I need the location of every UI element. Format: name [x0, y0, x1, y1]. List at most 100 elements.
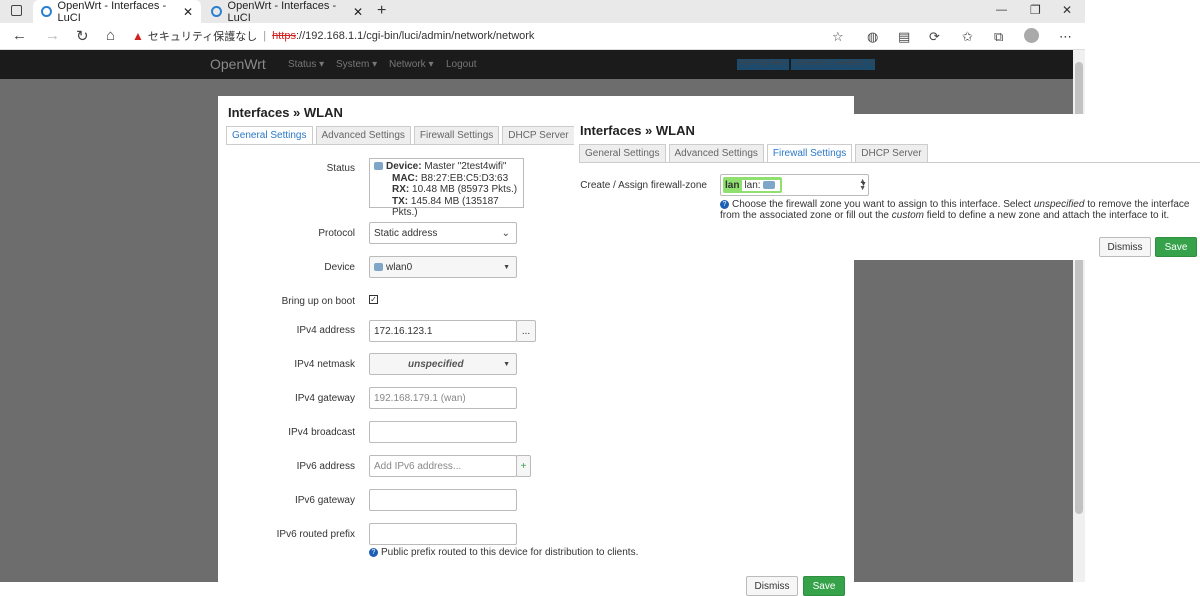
device-label: Device [324, 262, 355, 273]
menu-network[interactable]: Network ▾ [389, 59, 433, 70]
url-separator: | [263, 30, 267, 42]
dismiss-button[interactable]: Dismiss [746, 576, 798, 596]
protocol-select[interactable]: Static address ⌄ [369, 222, 517, 244]
ipv6-address-input[interactable]: Add IPv6 address... [369, 455, 517, 477]
modal-title: Interfaces » WLAN [580, 123, 695, 138]
reload-icon[interactable]: ↻ [76, 27, 89, 45]
ipv4-netmask-select[interactable]: unspecified ▼ [369, 353, 517, 375]
dropdown-caret-icon: ▼ [503, 360, 510, 368]
ipv6-address-placeholder: Add IPv6 address... [374, 460, 462, 472]
home-icon[interactable]: ⌂ [106, 27, 115, 44]
ipv6-prefix-hint-text: Public prefix routed to this device for … [381, 547, 639, 558]
tab-actions-icon[interactable] [11, 5, 22, 16]
menu-system[interactable]: System ▾ [336, 59, 377, 70]
ipv6-gateway-input[interactable] [369, 489, 517, 511]
modal-tabs: General Settings Advanced Settings Firew… [579, 144, 1200, 163]
protocol-value: Static address [374, 227, 438, 239]
interface-icon [762, 181, 775, 189]
desktop-background [1085, 0, 1200, 114]
device-value: Master "2test4wifi" [424, 161, 507, 172]
rx-value: 10.48 MB (85973 Pkts.) [412, 184, 518, 195]
tab-title: OpenWrt - Interfaces - LuCI [227, 0, 337, 24]
tab-firewall-settings[interactable]: Firewall Settings [413, 126, 500, 144]
refreshing-badge[interactable]: REFRESHING [737, 59, 789, 70]
ipv4-gateway-input[interactable]: 192.168.179.1 (wan) [369, 387, 517, 409]
ipv4-gateway-label: IPv4 gateway [294, 393, 355, 404]
security-label[interactable]: セキュリティ保護なし [148, 28, 257, 44]
ipv4-address-more-button[interactable]: ... [516, 320, 536, 342]
browser-tab-1[interactable]: OpenWrt - Interfaces - LuCI ✕ [33, 0, 201, 24]
tab-close-icon[interactable]: ✕ [183, 5, 193, 19]
save-button[interactable]: Save [1155, 237, 1197, 257]
browser-tab-2[interactable]: OpenWrt - Interfaces - LuCI ✕ [203, 0, 371, 24]
refresh-extension-icon[interactable]: ⟳ [929, 29, 940, 45]
dropdown-caret-icon[interactable]: ▼ [860, 181, 867, 188]
ipv4-broadcast-label: IPv4 broadcast [288, 427, 355, 438]
url-scheme: https [272, 30, 296, 42]
profile-avatar[interactable] [1024, 28, 1039, 43]
restore-button[interactable]: ❐ [1030, 3, 1041, 17]
zone-member-label: lan: [744, 179, 761, 191]
new-tab-button[interactable]: + [377, 2, 386, 20]
ipv6-prefix-input[interactable] [369, 523, 517, 545]
chevron-down-icon: ⌄ [501, 227, 510, 239]
dismiss-button[interactable]: Dismiss [1099, 237, 1151, 257]
minimize-button[interactable]: — [996, 4, 1007, 16]
ipv4-address-label: IPv4 address [296, 325, 355, 336]
address-bar: ← → ↻ ⌂ ▲ セキュリティ保護なし | https ://192.168.… [0, 23, 1085, 50]
mac-value: B8:27:EB:C5:D3:63 [420, 172, 509, 184]
hint-text-3: field to define a new zone and attach th… [924, 210, 1170, 221]
tab-firewall-settings[interactable]: Firewall Settings [766, 144, 853, 162]
unsaved-changes-badge[interactable]: UNSAVED CHANGES: 5 [791, 59, 875, 70]
more-menu-icon[interactable]: ⋯ [1059, 29, 1072, 45]
zone-member: lan: [742, 179, 780, 191]
ipv6-prefix-hint: ? Public prefix routed to this device for… [369, 547, 638, 558]
url-field[interactable]: ▲ セキュリティ保護なし | https ://192.168.1.1/cgi-… [132, 26, 852, 46]
tab-advanced-settings[interactable]: Advanced Settings [315, 126, 411, 144]
tab-advanced-settings[interactable]: Advanced Settings [668, 144, 764, 162]
favorite-star-icon[interactable]: ☆ [832, 29, 844, 45]
zone-chip: lan lan: [723, 177, 782, 193]
device-label: Device: [386, 161, 422, 172]
firewall-zone-hint: ? Choose the firewall zone you want to as… [720, 199, 1196, 221]
back-icon[interactable]: ← [12, 27, 27, 44]
ipv6-address-label: IPv6 address [296, 461, 355, 472]
save-label: Save [812, 580, 836, 592]
protocol-label: Protocol [318, 228, 355, 239]
close-window-button[interactable]: ✕ [1062, 3, 1072, 17]
hint-custom: custom [891, 210, 924, 221]
zone-name: lan [725, 179, 740, 191]
save-button[interactable]: Save [803, 576, 845, 596]
tracking-prevention-icon[interactable]: ◍ [867, 29, 878, 45]
forward-icon[interactable]: → [45, 27, 60, 44]
menu-logout[interactable]: Logout [446, 59, 477, 70]
favorites-icon[interactable]: ✩ [962, 29, 973, 45]
device-value: wlan0 [386, 261, 413, 273]
tab-dhcp-server[interactable]: DHCP Server [502, 126, 575, 144]
ipv4-address-input[interactable]: 172.16.123.1 [369, 320, 517, 342]
openwrt-favicon-icon [211, 6, 222, 17]
dismiss-label: Dismiss [754, 580, 790, 592]
tab-close-icon[interactable]: ✕ [353, 5, 363, 19]
immersive-reader-icon[interactable]: ▤ [898, 29, 910, 45]
openwrt-header: OpenWrt Status ▾ System ▾ Network ▾ Logo… [0, 50, 1073, 79]
hint-unspecified: unspecified [1033, 199, 1085, 210]
collections-icon[interactable]: ⧉ [994, 29, 1003, 45]
tab-title: OpenWrt - Interfaces - LuCI [57, 0, 167, 24]
tab-general-settings[interactable]: General Settings [579, 144, 666, 162]
bring-up-label: Bring up on boot [281, 296, 355, 307]
dropdown-caret-icon: ▼ [503, 263, 510, 271]
ipv4-gateway-placeholder: 192.168.179.1 (wan) [374, 392, 466, 404]
tab-dhcp-server[interactable]: DHCP Server [855, 144, 928, 162]
firewall-zone-select[interactable]: lan lan: ▲ ▼ [720, 174, 869, 196]
menu-status[interactable]: Status ▾ [288, 59, 324, 70]
dismiss-label: Dismiss [1107, 241, 1143, 253]
ipv4-broadcast-input[interactable] [369, 421, 517, 443]
tab-general-settings[interactable]: General Settings [226, 126, 313, 144]
ipv6-prefix-label: IPv6 routed prefix [276, 529, 355, 540]
ipv6-add-button[interactable]: + [516, 455, 531, 477]
bring-up-checkbox[interactable]: ✓ [369, 295, 378, 304]
modal-title: Interfaces » WLAN [228, 105, 343, 120]
device-select[interactable]: wlan0 ▼ [369, 256, 517, 278]
openwrt-brand[interactable]: OpenWrt [210, 56, 266, 72]
